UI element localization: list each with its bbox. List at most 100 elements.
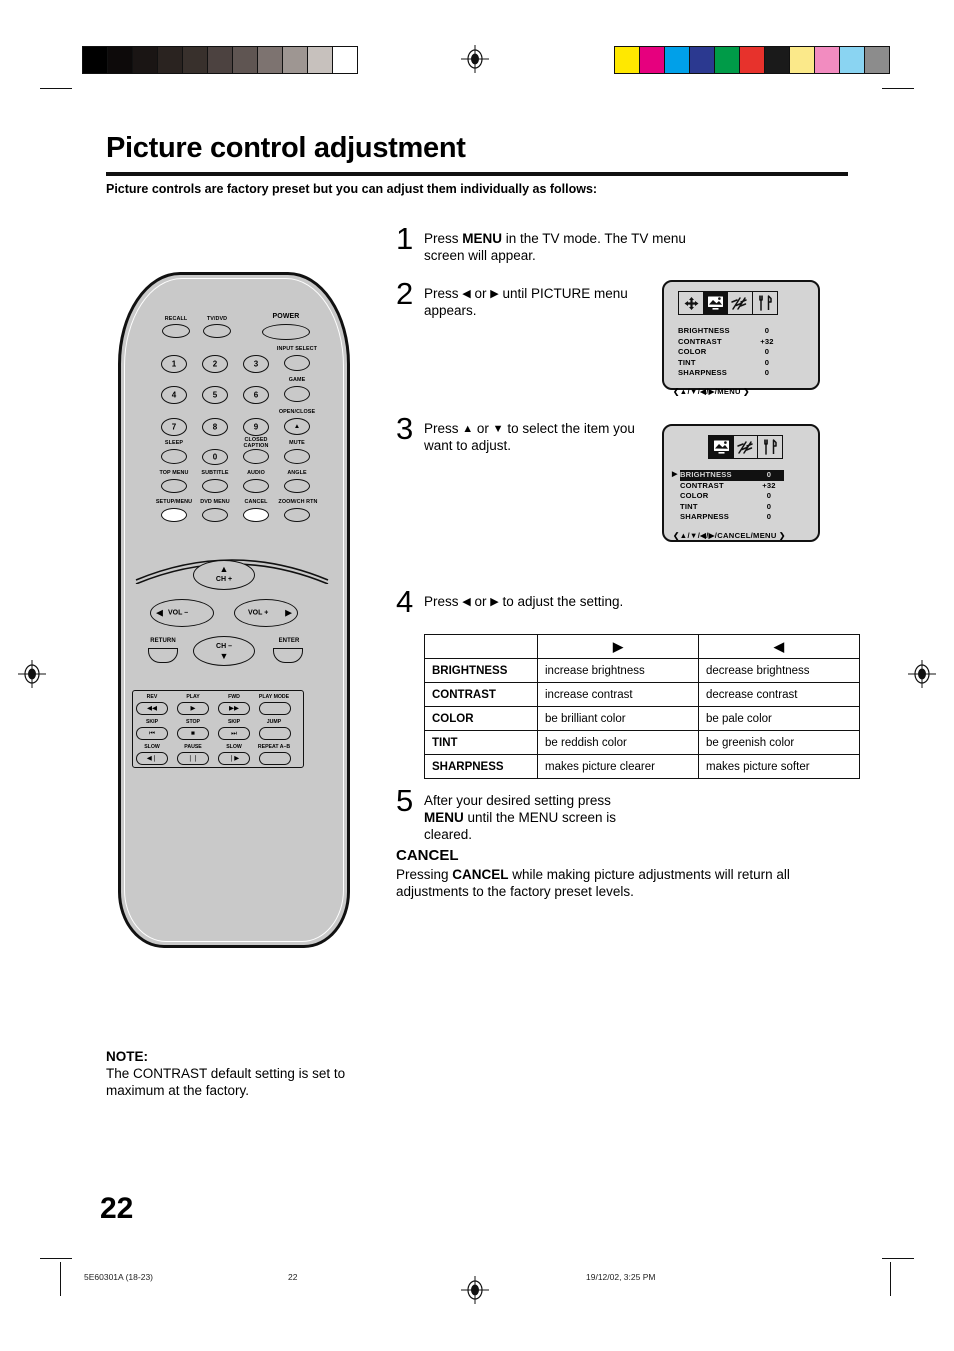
fwd-button[interactable]: ▶▶ <box>218 702 250 715</box>
pause-icon: ❘❘ <box>187 754 199 762</box>
game-button[interactable] <box>284 386 310 402</box>
number-7-button[interactable]: 7 <box>161 418 187 436</box>
adjust-table: ▶ ◀ BRIGHTNESS increase brightness decre… <box>424 634 860 779</box>
note-text: The CONTRAST default setting is set to m… <box>106 1066 346 1098</box>
picture-icon <box>708 435 734 459</box>
crop-mark-bottom-left <box>40 1258 72 1259</box>
footer-timestamp: 19/12/02, 3:25 PM <box>586 1272 656 1282</box>
table-cell-left: be greenish color <box>698 730 860 755</box>
step-3-text-a: Press <box>424 421 463 436</box>
number-5-button[interactable]: 5 <box>202 386 228 404</box>
slow-forward-button[interactable]: ❘▶ <box>218 752 250 765</box>
dvd-menu-button[interactable] <box>202 508 228 522</box>
menu1-footer-hint: ❮▲/▼/◀/▶/MENU ❯ <box>673 386 750 396</box>
setup-menu-button[interactable] <box>161 508 187 522</box>
table-row: CONTRAST increase contrast decrease cont… <box>424 682 860 707</box>
slow-back-button[interactable]: ◀❘ <box>136 752 168 765</box>
fast-forward-icon: ▶▶ <box>229 704 239 712</box>
channel-up-button[interactable]: ▲ CH + <box>193 560 255 590</box>
page-number: 22 <box>100 1192 134 1225</box>
skip-back-button[interactable]: ⏮ <box>136 727 168 740</box>
closed-caption-button[interactable] <box>243 449 269 464</box>
position-icon <box>678 291 704 315</box>
menu1-row-label: TINT <box>678 357 696 367</box>
menu1-row-label: COLOR <box>678 347 707 356</box>
number-6-button[interactable]: 6 <box>243 386 269 404</box>
cancel-button[interactable] <box>243 508 269 522</box>
audio-button[interactable] <box>243 479 269 493</box>
signal-icon <box>727 291 753 315</box>
power-button[interactable] <box>262 324 310 340</box>
number-9-button[interactable]: 9 <box>243 418 269 436</box>
volume-up-label: VOL + <box>248 609 269 617</box>
transport-panel: REV ◀◀ PLAY ▶ FWD ▶▶ PLAY MODE SKIP ⏮ ST… <box>132 690 304 768</box>
subtitle-button[interactable] <box>202 479 228 493</box>
menu1-row-label: BRIGHTNESS <box>678 326 730 335</box>
table-cell-right: increase contrast <box>537 682 699 707</box>
channel-down-button[interactable]: CH – ▼ <box>193 636 255 666</box>
number-1-button[interactable]: 1 <box>161 355 187 373</box>
recall-button[interactable] <box>162 324 190 338</box>
zoom-ch-rtn-button[interactable] <box>284 508 310 522</box>
sleep-label: SLEEP <box>164 440 184 446</box>
right-arrow-icon: ▶ <box>490 596 499 608</box>
table-row: SHARPNESS makes picture clearer makes pi… <box>424 754 860 779</box>
color-calibration-bar <box>614 46 890 74</box>
menu2-row-value: 0 <box>754 470 784 481</box>
step-4-text-a: Press <box>424 594 463 609</box>
volume-down-button[interactable]: ◀ VOL – <box>150 599 214 627</box>
menu1-row-value: 0 <box>764 368 770 377</box>
table-row: BRIGHTNESS increase brightness decrease … <box>424 658 860 683</box>
number-2-button[interactable]: 2 <box>202 355 228 373</box>
table-header-row: ▶ ◀ <box>424 634 860 659</box>
menu2-footer-hint: ❮▲/▼/◀/▶/CANCEL/MENU ❯ <box>673 530 786 540</box>
table-cell-left: decrease brightness <box>698 658 860 683</box>
mute-button[interactable] <box>284 449 310 464</box>
table-row: TINT be reddish color be greenish color <box>424 730 860 755</box>
tv-dvd-button[interactable] <box>203 324 231 338</box>
number-4-button[interactable]: 4 <box>161 386 187 404</box>
number-5-label: 5 <box>212 390 218 400</box>
cancel-description: Pressing CANCEL while making picture adj… <box>396 866 836 900</box>
volume-up-button[interactable]: VOL + ▶ <box>234 599 298 627</box>
setup-icon <box>757 435 783 459</box>
repeat-ab-button[interactable] <box>259 752 291 765</box>
angle-button[interactable] <box>284 479 310 493</box>
table-cell-right: increase brightness <box>537 658 699 683</box>
menu2-row: COLOR 0 <box>672 491 818 502</box>
pause-button[interactable]: ❘❘ <box>177 752 209 765</box>
eject-icon: ▲ <box>293 422 301 430</box>
menu2-row-value: 0 <box>766 501 772 511</box>
open-close-button[interactable]: ▲ <box>284 418 310 435</box>
picture-icon <box>702 291 729 315</box>
pause-label: PAUSE <box>184 744 202 750</box>
skip-forward-button[interactable]: ⏭ <box>218 727 250 740</box>
sleep-button[interactable] <box>161 449 187 464</box>
menu1-row: BRIGHTNESS 0 <box>678 326 818 337</box>
cancel-text-a: Pressing <box>396 867 453 882</box>
footer-doc-id: 5E60301A (18-23) <box>84 1272 153 1282</box>
number-3-button[interactable]: 3 <box>243 355 269 373</box>
jump-button[interactable] <box>259 727 291 740</box>
page-title: Picture control adjustment <box>106 132 466 164</box>
rev-button[interactable]: ◀◀ <box>136 702 168 715</box>
step-5: 5 After your desired setting press MENU … <box>396 783 636 843</box>
right-arrow-icon: ▶ <box>490 288 499 300</box>
rewind-icon: ◀◀ <box>147 704 157 712</box>
number-1-label: 1 <box>171 359 177 369</box>
signal-icon <box>732 435 759 459</box>
cancel-section: CANCEL Pressing CANCEL while making pict… <box>396 847 836 900</box>
stop-button[interactable]: ■ <box>177 727 209 740</box>
input-select-button[interactable] <box>284 355 310 371</box>
play-mode-button[interactable] <box>259 702 291 715</box>
number-8-button[interactable]: 8 <box>202 418 228 436</box>
table-header-left-arrow-icon: ◀ <box>698 634 860 659</box>
number-8-label: 8 <box>212 422 218 432</box>
step-4: 4 Press ◀ or ▶ to adjust the setting. <box>396 584 626 619</box>
play-button[interactable]: ▶ <box>177 702 209 715</box>
top-menu-button[interactable] <box>161 479 187 493</box>
number-0-button[interactable]: 0 <box>202 449 228 465</box>
table-header-blank <box>424 634 538 659</box>
audio-label: AUDIO <box>247 470 265 476</box>
menu2-row-value: 0 <box>766 512 772 521</box>
